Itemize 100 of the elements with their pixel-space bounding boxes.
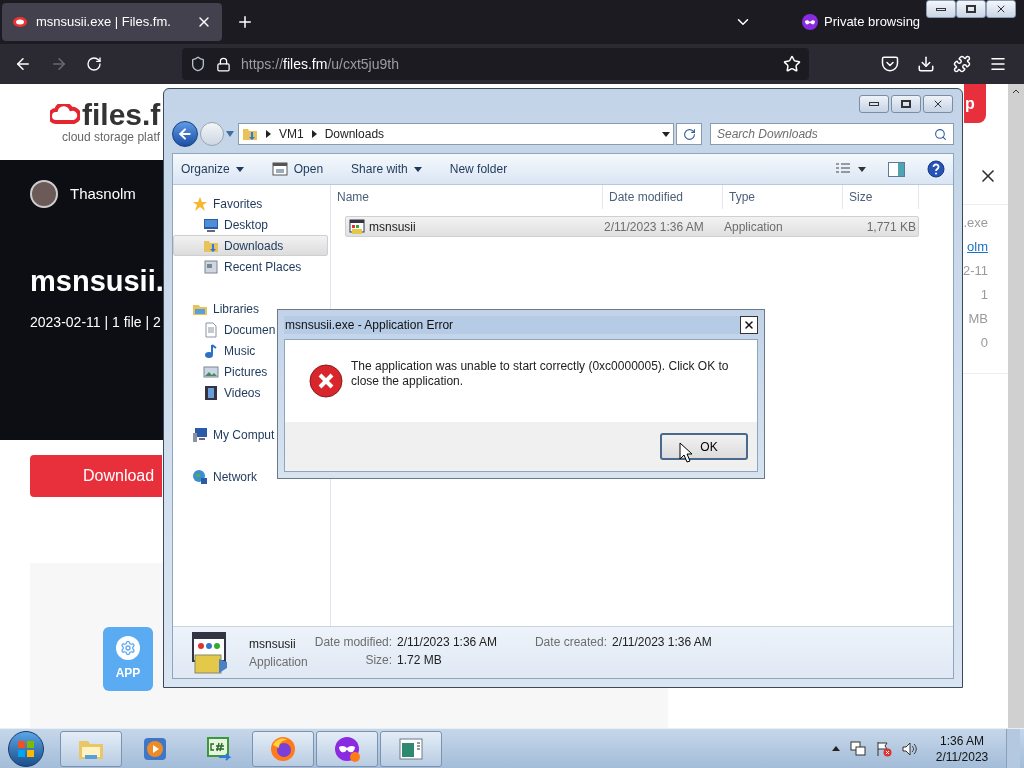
url-text: https://files.fm/u/cxt5ju9th (241, 54, 399, 74)
breadcrumb-arrow-icon[interactable] (266, 130, 271, 138)
breadcrumb-item[interactable]: Downloads (324, 125, 385, 143)
help-icon[interactable] (927, 160, 945, 178)
pocket-icon[interactable] (881, 55, 899, 73)
taskbar-button[interactable] (380, 730, 442, 767)
minimize-button[interactable] (859, 95, 889, 113)
star-icon (192, 195, 208, 212)
property-label: Date modified: (314, 634, 393, 651)
new-tab-icon[interactable] (236, 13, 254, 31)
bookmark-star-icon[interactable] (783, 55, 801, 73)
download-icon[interactable] (917, 55, 935, 73)
file-meta: 2023-02-11 | 1 file | 2 (30, 312, 161, 332)
code-file-icon (205, 734, 233, 763)
user-name: Thasnolm (70, 183, 136, 204)
download-button[interactable]: Download (30, 455, 162, 497)
flag-icon[interactable] (876, 740, 892, 757)
nav-item[interactable]: Desktop (173, 214, 328, 235)
file-name: msnsusii (249, 635, 297, 653)
close-button[interactable] (986, 0, 1016, 18)
taskbar-button[interactable] (252, 730, 314, 767)
minimize-button[interactable] (926, 0, 956, 18)
refresh-button[interactable] (676, 123, 702, 145)
back-icon[interactable] (14, 55, 32, 73)
music-note-icon (203, 342, 219, 359)
toolbar-button[interactable]: Open (271, 160, 324, 178)
history-caret-icon[interactable] (226, 131, 234, 137)
refresh-icon (682, 127, 696, 141)
property-value: 1.72 MB (397, 652, 443, 669)
toolbar-button[interactable]: Share with (351, 160, 422, 178)
recent-icon (203, 258, 219, 275)
detail-value: 2-11 (962, 262, 988, 280)
browser-tab[interactable]: msnsusii.exe | Files.fm. (2, 3, 222, 41)
reload-icon[interactable] (86, 56, 102, 72)
file-type: Application (249, 653, 308, 671)
detail-value: 1 (980, 286, 988, 304)
detail-value: 0 (980, 334, 988, 352)
start-button[interactable] (8, 730, 44, 767)
search-field[interactable]: Search Downloads (710, 123, 954, 145)
sign-up-button[interactable]: p (964, 84, 986, 123)
column-header[interactable]: Type (723, 185, 843, 209)
column-header[interactable]: Name (331, 185, 603, 209)
breadcrumb-item[interactable]: VM1 (279, 125, 304, 143)
column-header[interactable]: Size (843, 185, 919, 209)
back-button[interactable] (172, 121, 198, 147)
user-link[interactable]: olm (967, 237, 988, 261)
folder-icon (242, 126, 258, 142)
speaker-icon[interactable] (902, 740, 918, 757)
file-title: msnsusii. (30, 264, 164, 299)
nav-item[interactable]: Recent Places (173, 256, 328, 277)
property-label: Size: (364, 652, 393, 669)
cloud-logo-icon (50, 104, 80, 126)
network-globe-icon (192, 468, 208, 485)
picture-icon (203, 363, 219, 380)
lock-icon (216, 56, 231, 72)
open-window-icon (271, 161, 288, 177)
dialog-title: msnsusii.exe - Application Error (284, 315, 740, 334)
search-icon[interactable] (934, 127, 947, 141)
close-icon (932, 98, 944, 110)
address-bar[interactable]: VM1 Downloads (238, 123, 674, 145)
taskbar-button[interactable] (60, 730, 122, 767)
taskbar-button[interactable] (316, 730, 378, 767)
gear-icon (120, 640, 136, 656)
toolbar-button[interactable]: New folder (449, 160, 508, 178)
menu-icon[interactable] (989, 55, 1007, 73)
close-button[interactable] (923, 95, 953, 113)
monitor-icon (203, 216, 219, 233)
nav-item[interactable]: Downloads (173, 235, 328, 256)
tab-title: msnsusii.exe | Files.fm. (36, 13, 172, 32)
close-icon (995, 3, 1007, 15)
shield-icon (190, 56, 206, 72)
url-field[interactable]: https://files.fm/u/cxt5ju9th (182, 48, 809, 80)
document-icon (203, 321, 219, 338)
close-button[interactable] (740, 315, 758, 334)
preview-pane-icon[interactable] (888, 161, 905, 177)
computer-icon (192, 426, 208, 443)
application-icon (349, 218, 365, 235)
toolbar-button[interactable]: Organize (181, 160, 244, 178)
show-hidden-icons-icon[interactable] (832, 746, 840, 751)
detail-value: .exe (963, 214, 988, 232)
property-label: Date created: (534, 634, 607, 651)
scroll-up-icon[interactable] (1012, 88, 1020, 94)
dropdown-caret-icon[interactable] (662, 131, 670, 137)
network-icon[interactable] (850, 740, 866, 757)
clock[interactable]: 1:36 AM 2/11/2023 (928, 732, 996, 765)
restore-button[interactable] (956, 0, 986, 18)
avatar (30, 180, 58, 208)
logo-tagline: cloud storage platf (62, 130, 161, 144)
nav-item[interactable]: Favorites (173, 193, 328, 214)
maximize-button[interactable] (891, 95, 921, 113)
mask-icon (333, 734, 361, 763)
column-header[interactable]: Date modified (603, 185, 723, 209)
file-row[interactable]: msnsusii 2/11/2023 1:36 AM Application 1,771 KB (345, 216, 919, 237)
view-options-icon[interactable] (836, 163, 866, 175)
dropdown-caret-icon (413, 166, 422, 172)
breadcrumb-arrow-icon[interactable] (311, 130, 317, 138)
property-value: 2/11/2023 1:36 AM (397, 634, 497, 651)
ok-button[interactable]: OK (660, 433, 748, 460)
extensions-icon[interactable] (953, 55, 971, 73)
error-message: The application was unable to start correctly (0xc0000005). Click OK to close the application. (351, 359, 730, 389)
